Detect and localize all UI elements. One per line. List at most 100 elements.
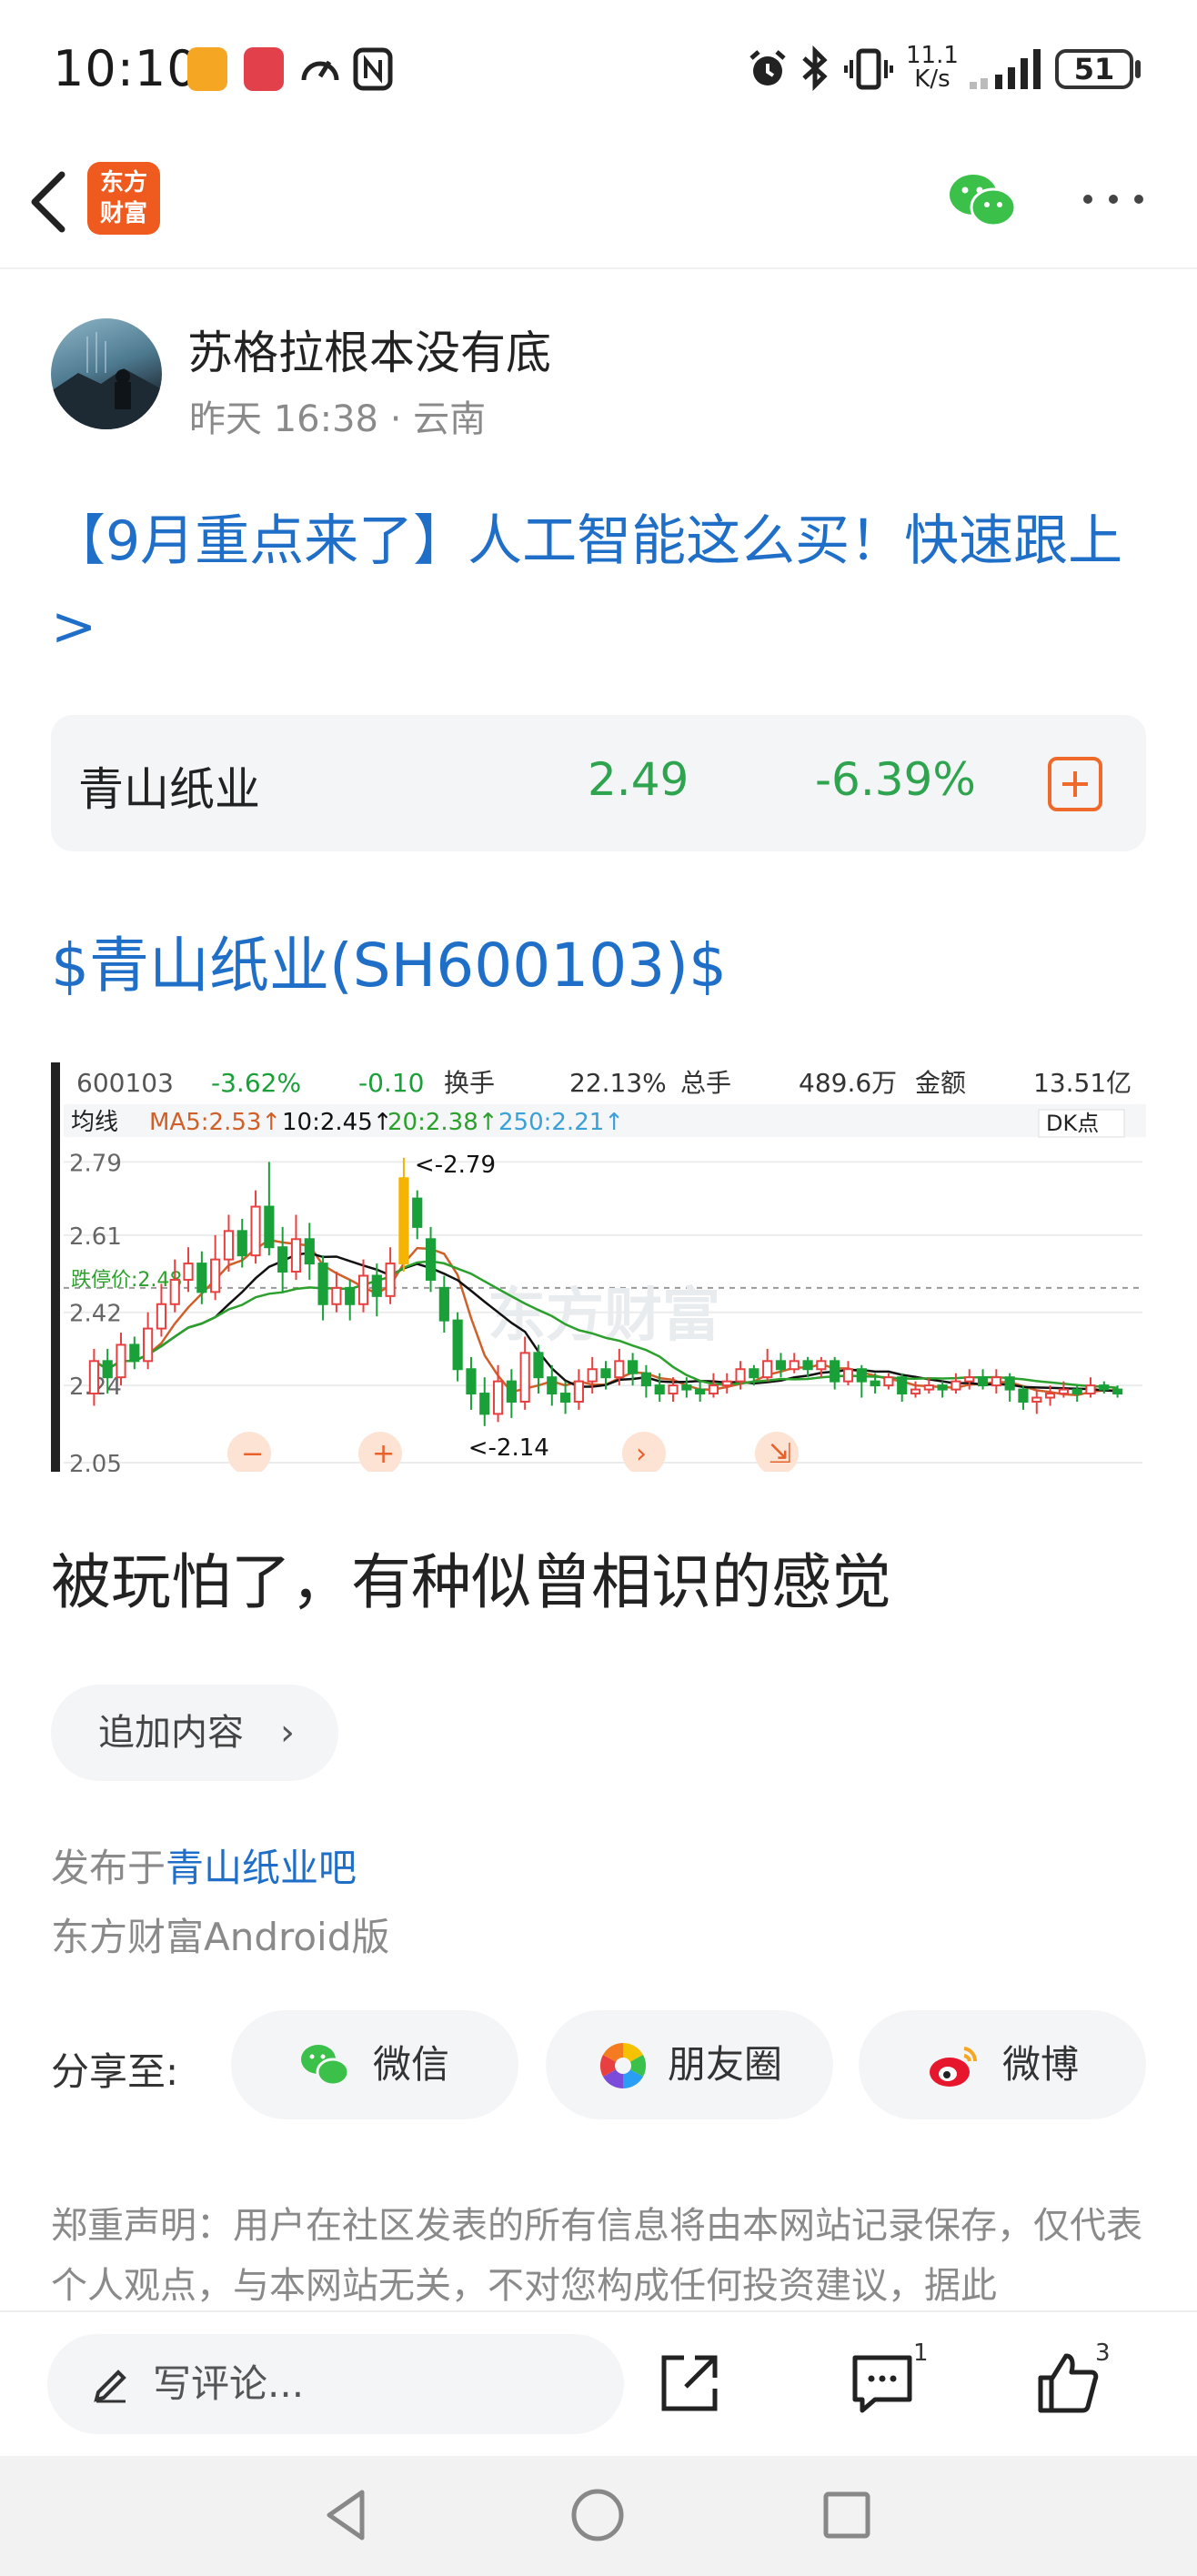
candle-body (614, 1360, 625, 1379)
nfc-icon (353, 47, 393, 91)
weibo-icon (930, 2047, 978, 2087)
candle-body (1058, 1388, 1069, 1395)
candle-body (116, 1343, 126, 1379)
promo-link[interactable]: 【9月重点来了】人工智能这么买！快速跟上> (51, 498, 1152, 669)
system-back-icon[interactable] (317, 2483, 380, 2547)
candle-body (735, 1368, 746, 1383)
status-bar: 10:10 11.1 K/s 51 (0, 0, 1197, 136)
stock-quote-card[interactable]: 青山纸业 2.49 -6.39% (51, 715, 1146, 851)
candle-body (1099, 1384, 1110, 1391)
candle-body (937, 1384, 948, 1391)
candle-body (438, 1286, 449, 1322)
candle-body (721, 1380, 732, 1387)
candle-body (789, 1360, 800, 1371)
battery-tip (1135, 60, 1141, 78)
more-options-icon[interactable] (1081, 186, 1146, 213)
candle-body (749, 1368, 759, 1379)
candle-body (452, 1319, 463, 1371)
comment-placeholder: 写评论... (153, 2361, 305, 2406)
candle-body (1031, 1396, 1042, 1403)
comment-icon[interactable] (848, 2349, 917, 2418)
ma10-label: 10:2.45↑ (282, 1109, 393, 1136)
chart-watermark: 东方财富 (488, 1283, 720, 1350)
candle-body (277, 1246, 288, 1273)
chart-volume-label: 总手 (680, 1068, 731, 1098)
candle-body (357, 1274, 369, 1305)
candle-body (587, 1368, 598, 1383)
chart-turnover: 22.13% (569, 1068, 667, 1098)
candle-body (547, 1376, 558, 1395)
candle-body (640, 1372, 652, 1387)
ma250-label: 250:2.21↑ (498, 1109, 624, 1136)
limit-down-label: 跌停价:2.48 (71, 1269, 182, 1292)
candle-body (317, 1263, 328, 1305)
candle-body (169, 1278, 180, 1305)
like-thumb-icon[interactable] (1033, 2349, 1102, 2418)
kline-chart-svg: 600103 -3.62% -0.10 换手 22.13% 总手 489.6万 … (51, 1062, 1146, 1472)
candle-body (425, 1238, 437, 1281)
system-recents-icon[interactable] (815, 2483, 879, 2547)
top-nav: 东方 财富 (0, 136, 1197, 269)
book-app-icon (244, 47, 284, 91)
chart-volume: 489.6万 (799, 1068, 897, 1098)
candle-body (223, 1230, 235, 1261)
candle-body (533, 1352, 544, 1379)
app-notification-icon (187, 47, 227, 91)
stock-price: 2.49 (588, 753, 689, 806)
high-annotation: <-2.79 (415, 1152, 496, 1179)
wechat-share-icon[interactable] (946, 167, 1019, 233)
chart-chg: -0.10 (358, 1068, 424, 1098)
candle-body (250, 1205, 261, 1257)
candle-body (129, 1343, 140, 1363)
post-content: 被玩怕了，有种似曾相识的感觉 (51, 1547, 891, 1617)
vibrate-icon (844, 48, 893, 90)
author-name[interactable]: 苏格拉根本没有底 (187, 317, 551, 382)
candle-body (681, 1384, 692, 1391)
back-button[interactable] (22, 166, 76, 238)
chevron-right-icon: › (280, 1712, 295, 1754)
app-logo-line1: 东方 (99, 169, 147, 196)
bluetooth-icon (802, 45, 828, 91)
moments-icon (599, 2043, 647, 2088)
share-weibo-button[interactable]: 微博 (859, 2010, 1146, 2119)
ma20-label: 20:2.38↑ (387, 1109, 498, 1136)
posted-in: 发布于青山纸业吧 (51, 1837, 357, 1893)
candle-body (991, 1376, 1001, 1387)
system-nav-bar (0, 2456, 1197, 2576)
add-to-watchlist-button[interactable] (1048, 757, 1102, 811)
share-moments-button[interactable]: 朋友圈 (546, 2010, 833, 2119)
low-annotation: <-2.14 (468, 1434, 549, 1462)
candle-body (412, 1197, 423, 1228)
candle-body (775, 1360, 787, 1371)
share-moments-label: 朋友圈 (668, 2042, 783, 2087)
candle-body (830, 1360, 840, 1383)
candle-body (1071, 1388, 1082, 1395)
system-home-icon[interactable] (566, 2483, 629, 2547)
share-external-icon[interactable] (655, 2349, 724, 2418)
candle-body (977, 1376, 989, 1387)
candle-body (870, 1380, 880, 1387)
stock-bar-link[interactable]: 青山纸业吧 (166, 1846, 357, 1890)
stock-change-pct: -6.39% (815, 753, 976, 806)
candle-body (897, 1376, 908, 1395)
candle-body (559, 1393, 571, 1403)
append-content-button[interactable]: 追加内容 › (51, 1685, 338, 1781)
speedometer-icon (301, 60, 339, 81)
stock-tag-link[interactable]: $青山纸业(SH600103)$ (51, 917, 727, 1004)
kline-chart[interactable]: 600103 -3.62% -0.10 换手 22.13% 总手 489.6万 … (51, 1062, 1146, 1472)
candle-body (923, 1384, 934, 1391)
share-label: 分享至: (51, 2049, 179, 2094)
y-tick-label: 2.05 (69, 1451, 122, 1472)
y-tick-label: 2.42 (69, 1301, 122, 1328)
candle-body (236, 1230, 247, 1257)
candle-body (1004, 1376, 1015, 1391)
comment-input[interactable]: 写评论... (47, 2334, 624, 2434)
chart-amount: 13.51亿 (1033, 1068, 1132, 1098)
candle-body (519, 1352, 530, 1403)
author-avatar[interactable] (51, 318, 162, 429)
share-wechat-button[interactable]: 微信 (231, 2010, 518, 2119)
ma-selector[interactable]: 均线 (71, 1109, 118, 1136)
candle-body (210, 1258, 221, 1293)
candle-body (492, 1380, 504, 1415)
kline-plot: 2.792.612.422.242.05跌停价:2.48东方财富<-2.79<-… (64, 1150, 1142, 1472)
